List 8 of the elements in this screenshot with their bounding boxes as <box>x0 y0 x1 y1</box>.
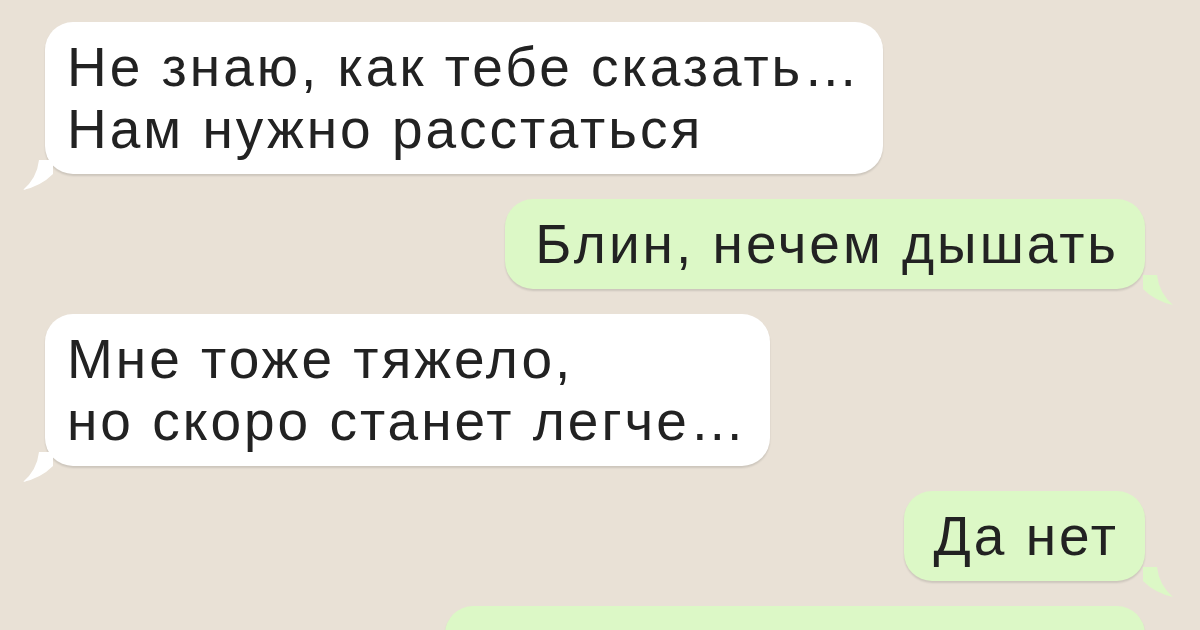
message-text: Блин, нечем дышать <box>535 213 1119 275</box>
bubble-tail-icon <box>1143 275 1173 305</box>
message-text: Мне тоже тяжело, <box>67 328 575 390</box>
message-text: Нам нужно расстаться <box>67 98 705 160</box>
message-text: Не знаю, как тебе сказать… <box>67 36 862 98</box>
bubble-tail-icon <box>1143 567 1173 597</box>
message-text: Да нет <box>933 505 1119 567</box>
message-text: но скоро станет легче… <box>67 390 748 452</box>
